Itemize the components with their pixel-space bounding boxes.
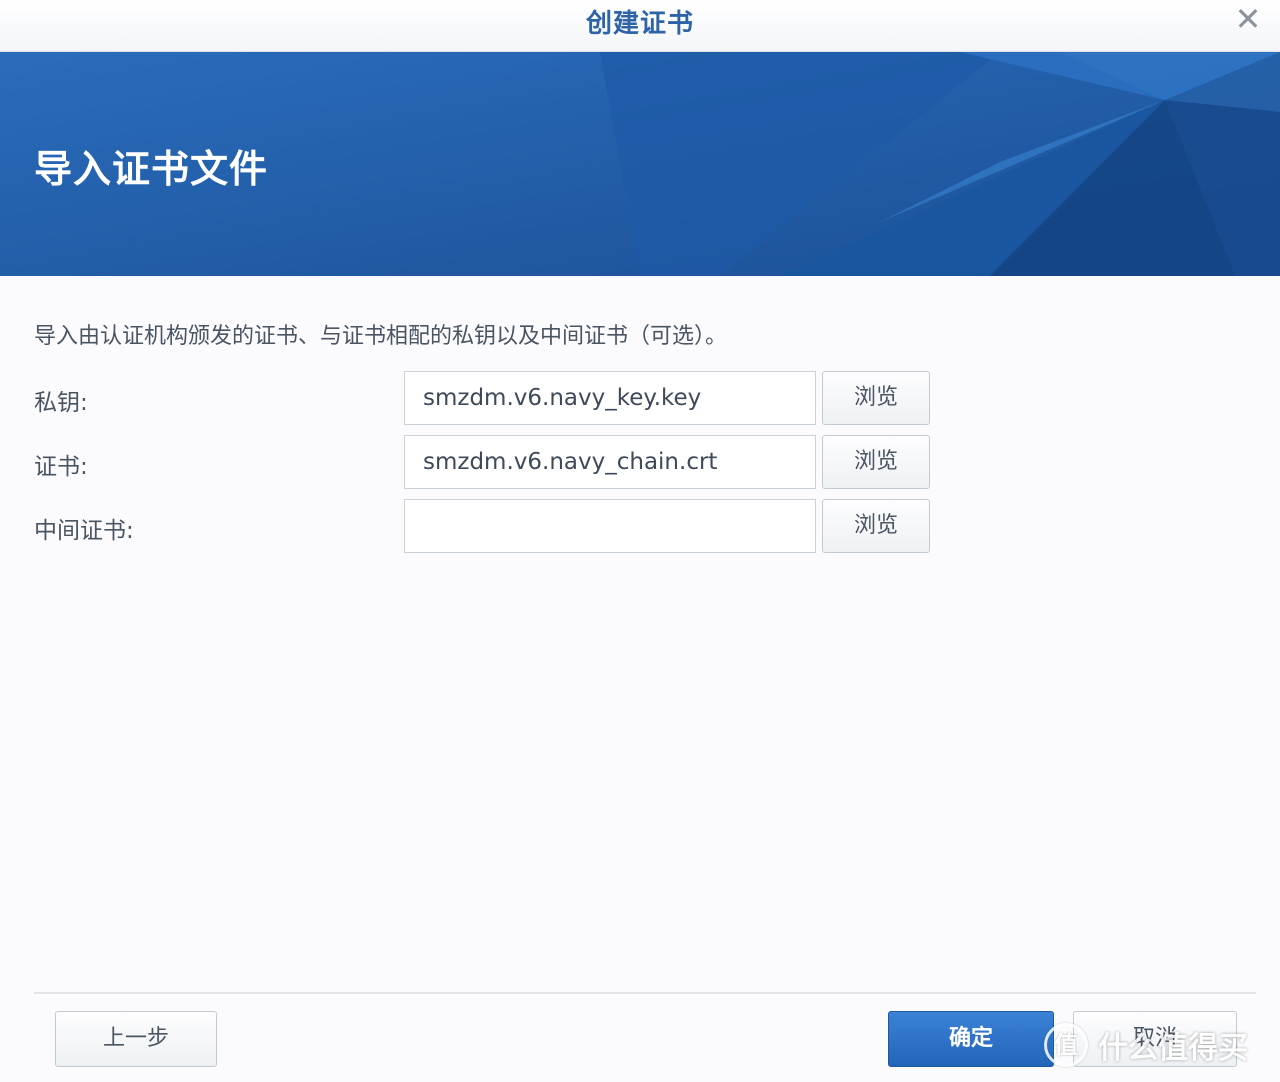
intermediate-certificate-browse-button[interactable]: 浏览: [822, 499, 930, 553]
back-button[interactable]: 上一步: [55, 1011, 217, 1067]
site-watermark: 值 什么值得买: [1044, 1020, 1248, 1070]
watermark-text: 什么值得买: [1098, 1031, 1248, 1066]
intermediate-certificate-input[interactable]: [404, 499, 816, 553]
private-key-row: 私钥: 浏览: [0, 371, 1280, 427]
intermediate-certificate-row: 中间证书: 浏览: [0, 499, 1280, 555]
banner-heading: 导入证书文件: [34, 147, 269, 191]
intermediate-certificate-label: 中间证书:: [34, 518, 134, 544]
private-key-input[interactable]: [404, 371, 816, 425]
private-key-browse-button[interactable]: 浏览: [822, 371, 930, 425]
certificate-row: 证书: 浏览: [0, 435, 1280, 491]
dialog-titlebar: 创建证书 ✕: [0, 0, 1280, 52]
private-key-label: 私钥:: [34, 390, 88, 416]
dialog-title: 创建证书: [585, 9, 694, 39]
close-icon[interactable]: ✕: [1228, 2, 1268, 42]
certificate-browse-button[interactable]: 浏览: [822, 435, 930, 489]
import-description: 导入由认证机构颁发的证书、与证书相配的私钥以及中间证书（可选）。: [34, 324, 728, 349]
certificate-input[interactable]: [404, 435, 816, 489]
footer-divider: [34, 992, 1256, 994]
confirm-button[interactable]: 确定: [888, 1011, 1054, 1067]
certificate-label: 证书:: [34, 454, 88, 480]
watermark-logo-icon: 值: [1044, 1023, 1088, 1067]
header-banner: 导入证书文件: [0, 52, 1280, 276]
